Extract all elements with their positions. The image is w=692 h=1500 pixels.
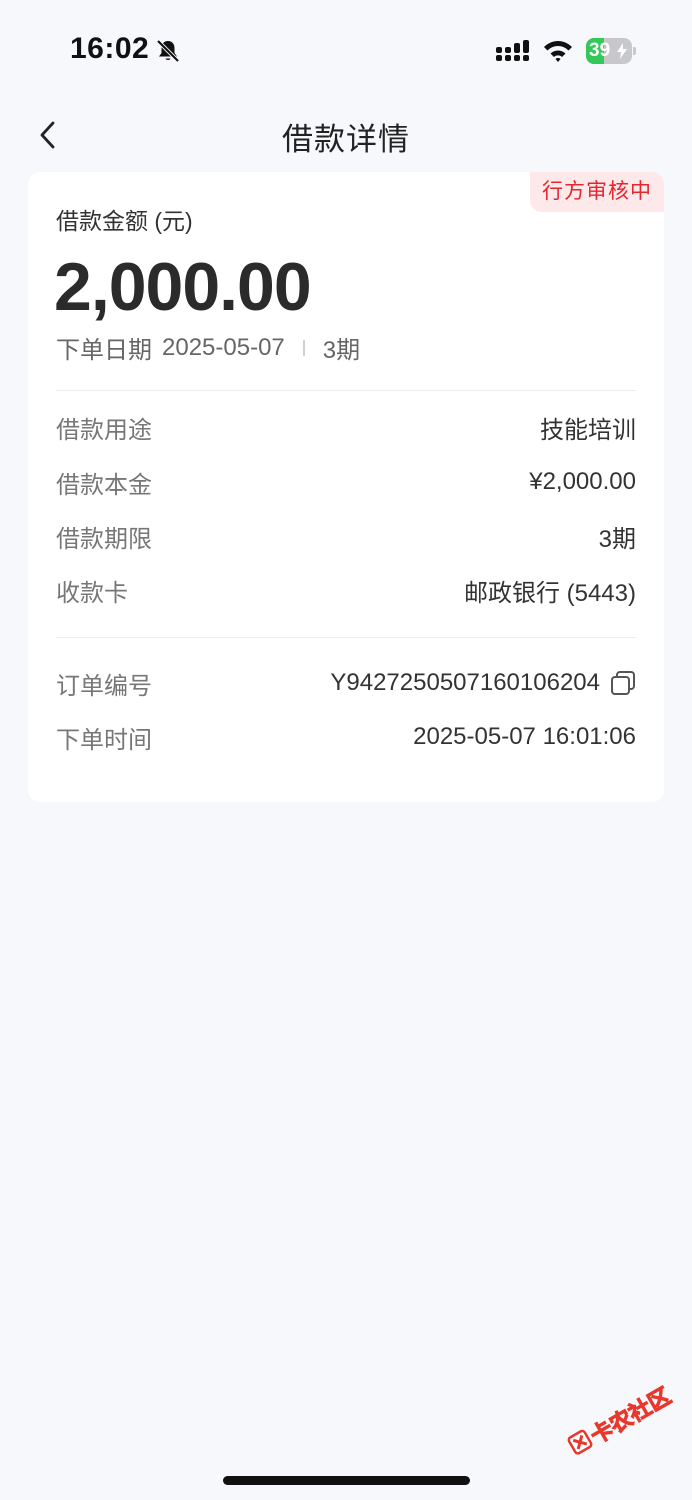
watermark: 卡农社区: [553, 1367, 676, 1478]
amount-label: 借款金额 (元): [56, 208, 193, 234]
page-title: 借款详情: [282, 122, 410, 157]
detail-value: 技能培训: [540, 416, 636, 444]
status-badge: 行方审核中: [530, 172, 664, 212]
status-bar: 16:02 39: [0, 0, 692, 100]
order-date: 2025-05-07: [162, 333, 285, 361]
detail-row-receiving-card: 收款卡 邮政银行 (5443): [56, 572, 636, 608]
detail-row-purpose: 借款用途 技能培训: [56, 409, 636, 445]
chevron-left-icon: [40, 121, 55, 149]
order-no-group: Y9427250507160106204: [330, 669, 636, 697]
order-date-label: 下单日期: [56, 337, 152, 364]
detail-row-principal: 借款本金 ¥2,000.00: [56, 464, 636, 500]
divider: [56, 390, 636, 391]
detail-label: 收款卡: [56, 579, 128, 607]
loan-detail-card: 行方审核中 借款金额 (元) 2,000.00 下单日期 2025-05-07 …: [28, 172, 664, 802]
nav-bar: 借款详情: [0, 100, 692, 170]
screen: 16:02 39 借款详情 行方审核中 借款金额 (元) 2,000.00 下单…: [0, 0, 692, 1500]
detail-label: 借款用途: [56, 416, 152, 444]
separator: [302, 339, 305, 356]
home-indicator[interactable]: [223, 1476, 470, 1485]
detail-row-order-no: 订单编号 Y9427250507160106204: [56, 665, 636, 701]
detail-row-order-time: 下单时间 2025-05-07 16:01:06: [56, 719, 636, 755]
copy-icon[interactable]: [610, 670, 636, 696]
detail-label: 借款期限: [56, 525, 152, 553]
term-short: 3期: [322, 337, 361, 364]
order-no-label: 订单编号: [56, 672, 152, 700]
amount-value: 2,000.00: [54, 249, 312, 325]
wifi-icon: [544, 41, 572, 62]
detail-label: 借款本金: [56, 471, 152, 499]
back-button[interactable]: [28, 114, 68, 156]
order-time-value: 2025-05-07 16:01:06: [413, 723, 636, 750]
bell-slash-icon: [156, 39, 180, 63]
signal-icon: [496, 40, 529, 61]
status-time: 16:02: [70, 32, 150, 65]
order-time-label: 下单时间: [56, 726, 152, 754]
watermark-text: 卡农社区: [586, 1383, 676, 1450]
detail-value: ¥2,000.00: [529, 468, 636, 495]
divider: [56, 637, 636, 638]
charging-bolt-icon: [617, 43, 627, 59]
detail-row-term: 借款期限 3期: [56, 518, 636, 554]
detail-value: 邮政银行 (5443): [463, 579, 636, 607]
order-no-value: Y9427250507160106204: [330, 669, 600, 696]
battery-charging-icon: 39: [586, 38, 636, 64]
detail-value: 3期: [598, 525, 636, 553]
order-summary-line: 下单日期 2025-05-07 3期: [56, 330, 360, 365]
